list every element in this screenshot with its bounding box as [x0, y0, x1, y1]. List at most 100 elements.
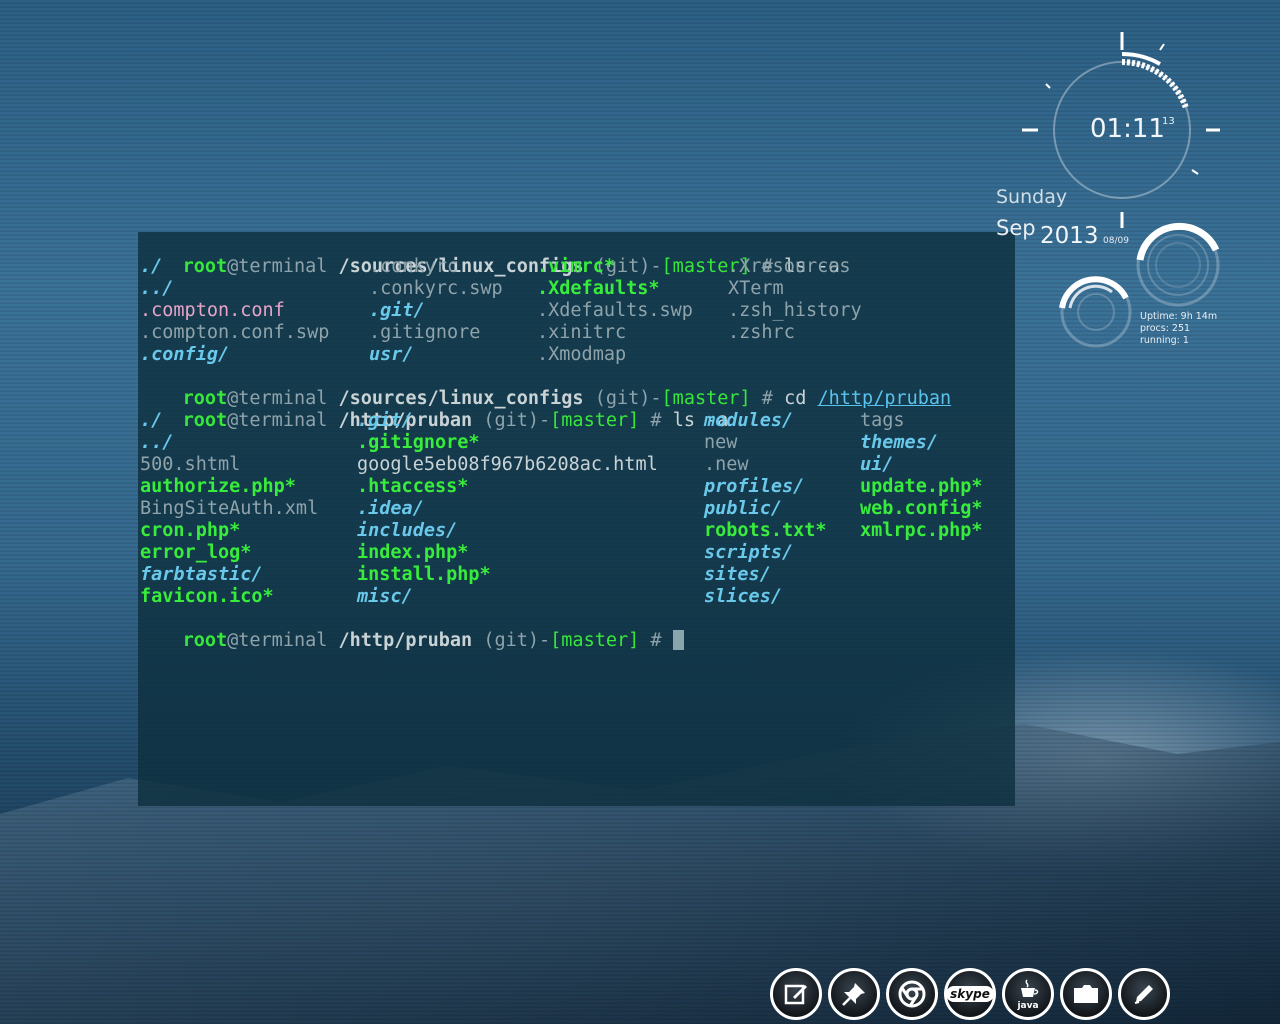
file-entry: xmlrpc.php* — [860, 520, 983, 541]
file-entry: themes/ — [860, 432, 938, 453]
listing2-row: cron.php* includes/ robots.txt* xmlrpc.p… — [138, 520, 1015, 542]
listing1-row: ./ .conkyrc .vimrc* .Xresources — [138, 256, 1015, 278]
file-entry: .git/ — [357, 410, 413, 431]
prompt-line-1: root@terminal /sources/linux_configs (gi… — [138, 234, 1015, 277]
file-entry: usr/ — [369, 344, 414, 365]
file-entry: public/ — [704, 498, 782, 519]
pushpin-icon — [842, 983, 865, 1006]
file-entry: .htaccess* — [357, 476, 469, 497]
listing1-row: .compton.conf.swp .gitignore .xinitrc .z… — [138, 322, 1015, 344]
skype-icon: skype — [946, 986, 994, 1002]
prompt-cwd: /http/pruban — [338, 630, 473, 651]
dock-pencil-button[interactable] — [1118, 968, 1170, 1020]
file-entry: tags — [860, 410, 905, 431]
listing1-row: ../ .conkyrc.swp .Xdefaults* XTerm — [138, 278, 1015, 300]
file-entry: install.php* — [357, 564, 491, 585]
listing2-row: BingSiteAuth.xml .idea/ public/ web.conf… — [138, 498, 1015, 520]
listing1-row: .config/ usr/ .Xmodmap — [138, 344, 1015, 366]
file-entry: .idea/ — [357, 498, 424, 519]
file-entry: sites/ — [704, 564, 771, 585]
listing2-row: favicon.ico* misc/ slices/ — [138, 586, 1015, 608]
prompt-dash: - — [539, 630, 551, 651]
dock-skype-button[interactable]: skype — [944, 968, 996, 1020]
listing1-row: .compton.conf .git/ .Xdefaults.swp .zsh_… — [138, 300, 1015, 322]
dock-files-button[interactable] — [1060, 968, 1112, 1020]
file-entry: modules/ — [704, 410, 794, 431]
prompt-line-4[interactable]: root@terminal /http/pruban (git)-[master… — [138, 608, 1015, 651]
cpu-arc-gauge — [1136, 222, 1220, 307]
file-entry: .git/ — [369, 300, 425, 321]
file-entry: new — [704, 432, 738, 453]
file-entry: .Xdefaults* — [537, 278, 660, 299]
file-entry: google5eb08f967b6208ac.html — [357, 454, 658, 475]
uptime-label: Uptime: 9h 14m — [1140, 311, 1218, 322]
edit-document-icon — [784, 984, 807, 1005]
terminal-window[interactable]: root@terminal /sources/linux_configs (gi… — [138, 232, 1015, 806]
file-entry: .Xdefaults.swp — [537, 300, 693, 321]
file-entry: .gitignore — [369, 322, 481, 343]
file-entry: BingSiteAuth.xml — [140, 498, 319, 519]
file-entry: misc/ — [357, 586, 413, 607]
file-entry: farbtastic/ — [140, 564, 263, 585]
prompt-hash: # — [650, 630, 662, 651]
java-cup-icon — [1021, 979, 1039, 997]
clock-time: 01:11 — [1090, 114, 1165, 144]
prompt-line-2: root@terminal /sources/linux_configs (gi… — [138, 366, 1015, 409]
file-entry: ./ — [140, 410, 163, 431]
file-entry: error_log* — [140, 542, 252, 563]
clock-day: Sunday — [996, 186, 1068, 208]
prompt-host: @terminal — [227, 630, 328, 651]
file-entry: web.config* — [860, 498, 983, 519]
clock-date-small: 08/09 — [1103, 236, 1129, 246]
dock-chrome-button[interactable] — [886, 968, 938, 1020]
file-entry: .Xmodmap — [537, 344, 627, 365]
file-entry: .conkyrc — [369, 256, 459, 277]
listing2-row: ../ .gitignore* new themes/ — [138, 432, 1015, 454]
prompt-branch: [master] — [550, 630, 640, 651]
file-entry: profiles/ — [704, 476, 805, 497]
file-entry: .gitignore* — [357, 432, 480, 453]
prompt-line-3: root@terminal /http/pruban (git)-[master… — [138, 388, 1015, 431]
listing2-row: error_log* index.php* scripts/ — [138, 542, 1015, 564]
dock: skype java — [770, 968, 1170, 1024]
java-label: java — [1017, 1001, 1039, 1011]
file-entry: index.php* — [357, 542, 469, 563]
dock-editor-button[interactable] — [770, 968, 822, 1020]
folder-icon — [1074, 985, 1098, 1003]
file-entry: .vimrc* — [537, 256, 615, 277]
file-entry: includes/ — [357, 520, 458, 541]
dock-pin-button[interactable] — [828, 968, 880, 1020]
file-entry: ./ — [140, 256, 163, 277]
clock-month: Sep — [996, 216, 1036, 240]
file-entry: ../ — [140, 432, 174, 453]
file-entry: XTerm — [728, 278, 784, 299]
file-entry: 500.shtml — [140, 454, 241, 475]
pencil-icon — [1134, 985, 1153, 1004]
file-entry: .new — [704, 454, 749, 475]
listing2-row: farbtastic/ install.php* sites/ — [138, 564, 1015, 586]
running-label: running: 1 — [1140, 335, 1189, 346]
file-entry: robots.txt* — [704, 520, 827, 541]
file-entry: .zshrc — [728, 322, 795, 343]
file-entry: ui/ — [860, 454, 894, 475]
dock-java-button[interactable]: java — [1002, 968, 1054, 1020]
system-stats: Uptime: 9h 14m procs: 251 running: 1 — [1140, 311, 1217, 347]
file-entry: slices/ — [704, 586, 782, 607]
memory-arc-gauge — [1059, 276, 1132, 348]
chrome-icon — [898, 980, 926, 1008]
listing2-row: authorize.php* .htaccess* profiles/ upda… — [138, 476, 1015, 498]
procs-label: procs: 251 — [1140, 323, 1191, 334]
file-entry: .compton.conf.swp — [140, 322, 330, 343]
file-entry: ../ — [140, 278, 174, 299]
prompt-user: root — [182, 630, 228, 651]
text-cursor[interactable] — [672, 630, 684, 650]
file-entry: .conkyrc.swp — [369, 278, 503, 299]
file-entry: .Xresources — [728, 256, 851, 277]
file-entry: authorize.php* — [140, 476, 296, 497]
file-entry: favicon.ico* — [140, 586, 274, 607]
file-entry: .xinitrc — [537, 322, 627, 343]
listing2-row: ./ .git/ modules/ tags — [138, 410, 1015, 432]
file-entry: cron.php* — [140, 520, 241, 541]
file-entry: scripts/ — [704, 542, 794, 563]
file-entry: .compton.conf — [140, 300, 285, 321]
